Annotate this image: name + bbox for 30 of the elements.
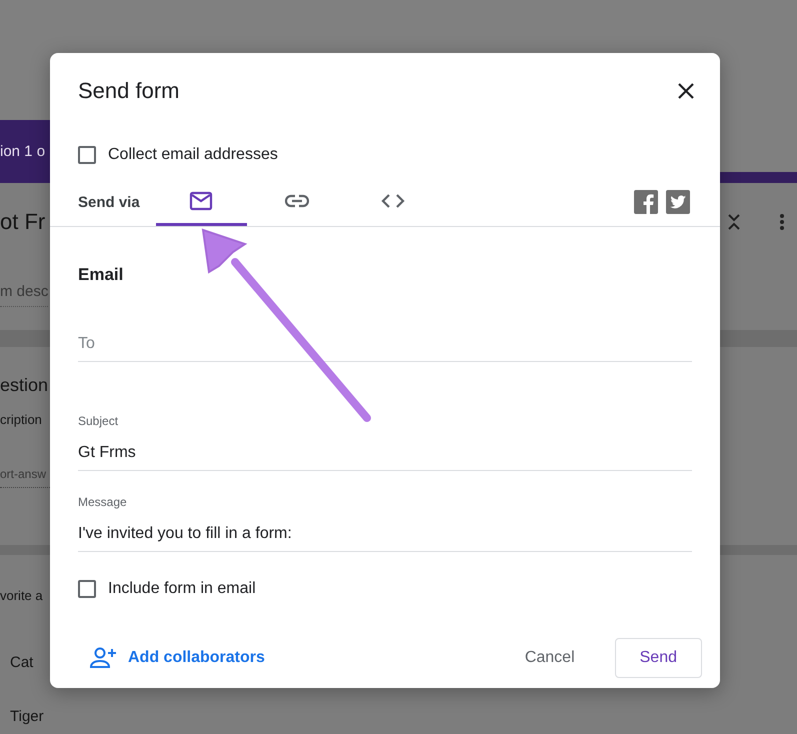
person-add-icon <box>90 647 118 669</box>
checkbox-label: Collect email addresses <box>108 146 278 164</box>
question-title: estion <box>0 375 48 396</box>
code-icon <box>381 192 406 208</box>
section-tab[interactable]: ion 1 o <box>0 120 50 183</box>
form-description: m desc <box>0 283 48 307</box>
collapse-icon[interactable] <box>727 212 741 232</box>
option-label: Cat <box>9 652 34 672</box>
add-collaborators-link[interactable]: Add collaborators <box>90 643 265 673</box>
twitter-icon[interactable] <box>666 190 690 214</box>
section-title: Email <box>77 265 124 285</box>
field-label: Message <box>78 495 128 509</box>
link-icon <box>285 194 310 208</box>
close-icon <box>678 83 694 99</box>
checkbox[interactable] <box>78 580 96 598</box>
field-label: Subject <box>78 414 120 428</box>
question-title: vorite a <box>0 586 43 604</box>
send-via-label: Send via <box>78 194 140 210</box>
checkbox[interactable] <box>78 146 96 164</box>
input-field[interactable]: To <box>78 331 692 362</box>
send-button[interactable]: Send <box>614 638 702 678</box>
input-field[interactable]: Gt Frms <box>78 440 692 471</box>
more-icon[interactable] <box>779 212 785 230</box>
form-title: ot Fr <box>0 208 46 234</box>
mail-icon <box>189 190 214 210</box>
question-description: cription <box>0 412 42 427</box>
dialog-title: Send form <box>78 78 180 104</box>
facebook-icon[interactable] <box>634 190 658 214</box>
checkbox-label: Include form in email <box>108 580 256 598</box>
input-field[interactable]: I've invited you to fill in a form: <box>78 521 692 552</box>
